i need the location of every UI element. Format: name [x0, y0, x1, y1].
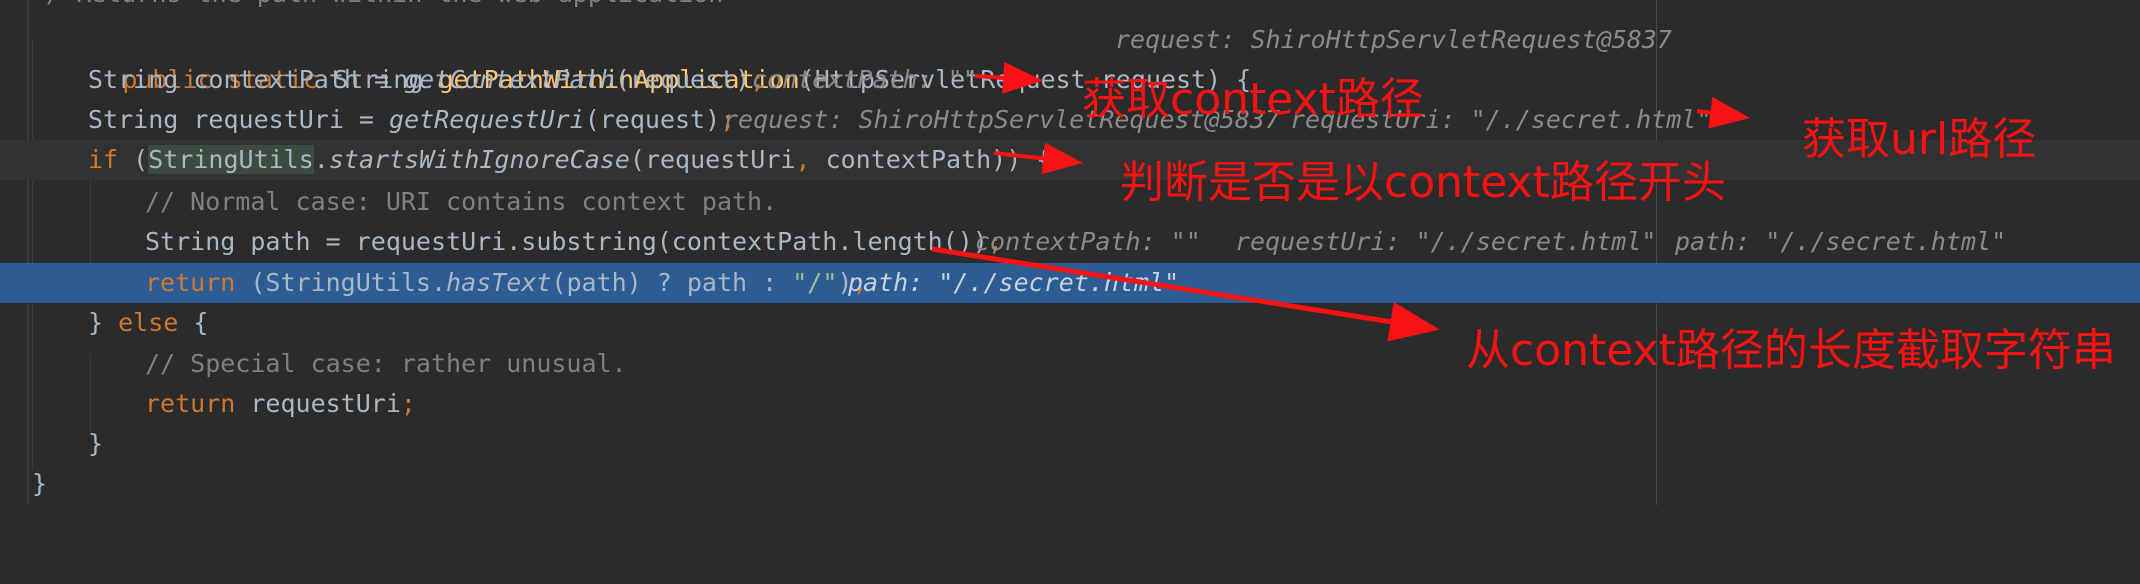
method-call-startsWithIgnoreCase: startsWithIgnoreCase — [328, 145, 630, 174]
code-line-close-brace[interactable]: } — [0, 424, 2140, 464]
code-line-context-path[interactable]: String contextPath = getContextPath(requ… — [0, 60, 2140, 100]
debug-inline-value: request: ShiroHttpServletRequest@5837 — [1115, 25, 1672, 54]
code-line-method-signature[interactable]: public static String getPathWithinApplic… — [0, 20, 2140, 94]
code-line-return-uri[interactable]: return requestUri; — [0, 384, 2140, 424]
annotation-get-context-path: 获取context路径 — [1082, 74, 1424, 125]
debug-inline-value: contextPath: "" — [975, 227, 1201, 256]
code-line-substring[interactable]: String path = requestUri.substring(conte… — [0, 222, 2140, 262]
keyword-return: return — [145, 389, 236, 418]
annotation-starts-with-check: 判断是否是以context路径开头 — [1120, 157, 1726, 208]
class-reference: StringUtils — [148, 145, 314, 174]
keyword-return: return — [145, 268, 236, 297]
keyword-if: if — [88, 145, 119, 174]
code-line-comment[interactable]: // Normal case: URI contains context pat… — [0, 182, 2140, 222]
doc-comment: / Returns the path within the web applic… — [46, 0, 723, 10]
debug-inline-value: requestUri: "/./secret.html" — [1235, 227, 1657, 256]
method-call-getRequestUri: getRequestUri — [389, 105, 585, 134]
method-call-getContextPath: getContextPath — [404, 65, 615, 94]
code-line-close-brace[interactable]: } — [0, 464, 2140, 504]
annotation-substring-note: 从context路径的长度截取字符串 — [1466, 325, 2116, 376]
debug-inline-value: path: "/./secret.html" — [848, 268, 1180, 297]
string-literal: "/" — [792, 268, 838, 297]
method-call-hasText: hasText — [446, 268, 552, 297]
keyword-else: else — [118, 308, 179, 337]
code-line-return-path[interactable]: return (StringUtils.hasText(path) ? path… — [0, 263, 2140, 303]
debug-inline-value: contextPath: "" — [752, 65, 978, 94]
code-comment: // Normal case: URI contains context pat… — [145, 187, 778, 216]
code-editor[interactable]: / Returns the path within the web applic… — [0, 0, 2140, 505]
code-comment: // Special case: rather unusual. — [145, 349, 627, 378]
code-line-comment-partial[interactable]: / Returns the path within the web applic… — [0, 0, 2140, 10]
debug-inline-value: path: "/./secret.html" — [1675, 227, 2007, 256]
annotation-get-url-path: 获取url路径 — [1802, 114, 2037, 165]
